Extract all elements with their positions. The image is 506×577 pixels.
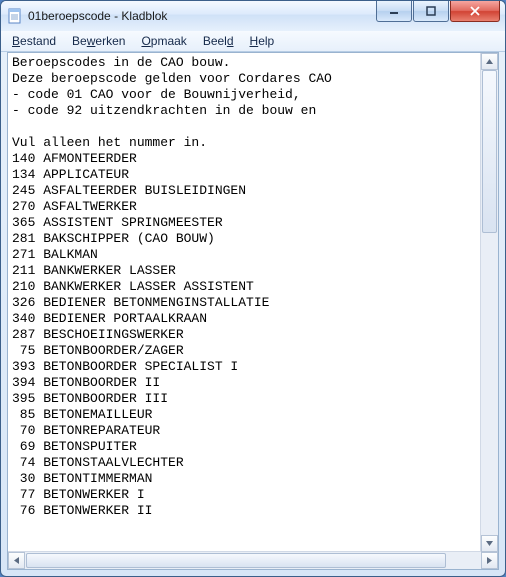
notepad-window: 01beroepscode - Kladblok Bestand Bewerke… <box>0 0 506 577</box>
window-title: 01beroepscode - Kladblok <box>28 9 376 23</box>
menu-format[interactable]: Opmaak <box>134 32 193 50</box>
text-area[interactable]: Beroepscodes in de CAO bouw. Deze beroep… <box>8 53 481 551</box>
vscroll-track[interactable] <box>481 70 498 535</box>
notepad-icon <box>7 8 23 24</box>
titlebar[interactable]: 01beroepscode - Kladblok <box>1 1 505 31</box>
horizontal-scrollbar[interactable] <box>8 551 498 569</box>
menubar: Bestand Bewerken Opmaak Beeld Help <box>1 31 505 52</box>
scroll-left-button[interactable] <box>8 552 25 569</box>
client-area: Beroepscodes in de CAO bouw. Deze beroep… <box>7 52 499 570</box>
menu-view[interactable]: Beeld <box>196 32 241 50</box>
window-buttons <box>376 1 505 31</box>
close-button[interactable] <box>450 1 500 22</box>
scroll-down-button[interactable] <box>481 535 498 552</box>
scroll-right-button[interactable] <box>481 552 498 569</box>
menu-edit[interactable]: Bewerken <box>65 32 132 50</box>
menu-help[interactable]: Help <box>243 32 282 50</box>
vscroll-thumb[interactable] <box>482 70 497 233</box>
hscroll-thumb[interactable] <box>26 553 446 568</box>
menu-file[interactable]: Bestand <box>5 32 63 50</box>
minimize-button[interactable] <box>376 1 412 22</box>
vertical-scrollbar[interactable] <box>480 53 498 552</box>
maximize-button[interactable] <box>413 1 449 22</box>
hscroll-track[interactable] <box>25 552 481 569</box>
scroll-up-button[interactable] <box>481 53 498 70</box>
